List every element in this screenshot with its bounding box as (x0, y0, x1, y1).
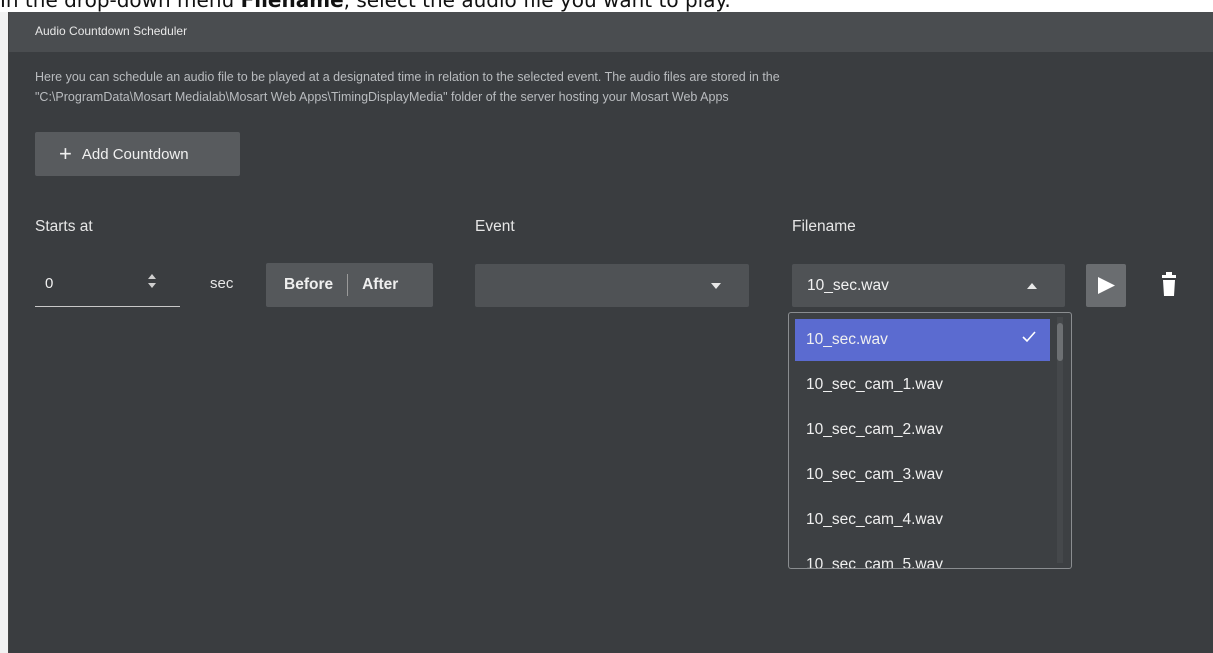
event-label: Event (475, 218, 515, 235)
dropdown-option-label: 10_sec_cam_4.wav (806, 511, 943, 528)
panel-description: Here you can schedule an audio file to b… (35, 67, 1135, 107)
audio-countdown-panel: Audio Countdown Scheduler Here you can s… (9, 12, 1213, 653)
starts-at-value: 0 (45, 275, 54, 292)
filename-select[interactable]: 10_sec.wav (792, 264, 1065, 307)
dropdown-option[interactable]: 10_sec_cam_5.wav (795, 544, 1050, 569)
dropdown-option[interactable]: 10_sec.wav (795, 319, 1050, 361)
dropdown-option-label: 10_sec_cam_2.wav (806, 421, 943, 438)
chevron-up-icon (1027, 283, 1037, 289)
dropdown-option-label: 10_sec.wav (806, 331, 888, 348)
play-icon (1098, 277, 1115, 294)
instruction-caption: In the drop-down menu Filename, select t… (0, 0, 731, 12)
description-line-2: "C:\ProgramData\Mosart Medialab\Mosart W… (35, 90, 729, 104)
add-countdown-label: Add Countdown (81, 145, 189, 163)
chevron-down-icon (711, 283, 721, 289)
delete-button[interactable] (1159, 272, 1179, 300)
dropdown-option-label: 10_sec_cam_3.wav (806, 466, 943, 483)
caption-bold: Filename (240, 0, 344, 12)
spinner-arrows-icon[interactable] (147, 271, 157, 291)
dropdown-option[interactable]: 10_sec_cam_4.wav (795, 499, 1050, 541)
filename-dropdown-menu: 10_sec.wav 10_sec_cam_1.wav 10_sec_cam_2.w… (788, 312, 1072, 569)
plus-icon: + (59, 141, 72, 166)
dropdown-scrollbar[interactable] (1057, 323, 1063, 361)
dropdown-option-label: 10_sec_cam_5.wav (806, 556, 943, 569)
dropdown-option[interactable]: 10_sec_cam_1.wav (795, 364, 1050, 406)
dropdown-option-label: 10_sec_cam_1.wav (806, 376, 943, 393)
event-select[interactable] (475, 264, 749, 307)
dropdown-option[interactable]: 10_sec_cam_2.wav (795, 409, 1050, 451)
caption-suffix: , select the audio file you want to play… (343, 0, 731, 12)
description-line-1: Here you can schedule an audio file to b… (35, 70, 780, 84)
panel-header: Audio Countdown Scheduler (9, 12, 1213, 52)
caption-prefix: In the drop-down menu (0, 0, 241, 12)
panel-title: Audio Countdown Scheduler (35, 24, 188, 38)
starts-at-input[interactable]: 0 (35, 262, 180, 307)
before-after-toggle: Before After (266, 263, 433, 307)
play-button[interactable] (1086, 264, 1126, 307)
trash-icon (1162, 272, 1176, 296)
after-option[interactable]: After (362, 276, 398, 294)
unit-label: sec (210, 275, 234, 292)
starts-at-label: Starts at (35, 218, 93, 235)
add-countdown-button[interactable]: + Add Countdown (35, 132, 240, 176)
dropdown-option[interactable]: 10_sec_cam_3.wav (795, 454, 1050, 496)
filename-label: Filename (792, 218, 856, 235)
before-option[interactable]: Before (284, 276, 333, 294)
toggle-divider (347, 274, 349, 296)
filename-select-value: 10_sec.wav (807, 277, 889, 294)
check-icon (1022, 331, 1036, 343)
